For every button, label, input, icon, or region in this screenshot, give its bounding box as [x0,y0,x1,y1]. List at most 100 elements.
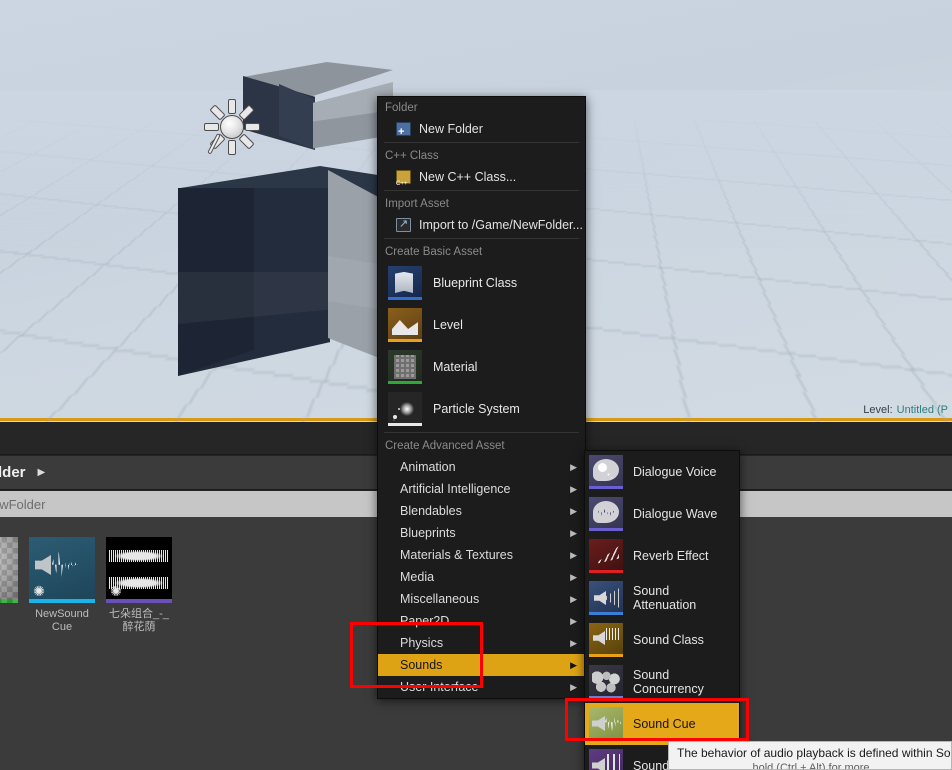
viewport-level-indicator: Level: Untitled (P [863,404,948,416]
submenu-item-blendables[interactable]: Blendables ▶ [378,500,585,522]
sounds-item-dialogue-wave[interactable]: Dialogue Wave [585,493,739,535]
submenu-item-paper2d[interactable]: Paper2D ▶ [378,610,585,632]
submenu-item-blueprints[interactable]: Blueprints ▶ [378,522,585,544]
submenu-item-media[interactable]: Media ▶ [378,566,585,588]
sound-attenuation-icon [589,581,623,615]
dialogue-voice-icon [589,455,623,489]
viewport-cube-small[interactable] [243,62,393,150]
menu-item-new-cpp-class[interactable]: New C++ Class... [378,166,585,188]
menu-item-import-asset[interactable]: Import to /Game/NewFolder... [378,214,585,236]
sounds-item-sound-concurrency[interactable]: Sound Concurrency [585,661,739,703]
chevron-right-icon[interactable]: ▶ [38,467,46,478]
asset-label: NewSound Cue [35,608,89,633]
submenu-item-user-interface[interactable]: User Interface ▶ [378,676,585,698]
waveform-icon [52,551,78,579]
speaker-icon [35,555,51,575]
viewport-cube-large[interactable] [178,166,410,376]
submenu-item-sounds[interactable]: Sounds ▶ [378,654,585,676]
chevron-right-icon: ▶ [570,593,577,604]
chevron-right-icon: ▶ [570,527,577,538]
breadcrumb-folder[interactable]: lder [0,464,26,481]
dialogue-wave-icon [589,497,623,531]
level-label-name: Untitled (P [896,404,948,416]
blueprint-class-icon [388,266,422,300]
level-icon [388,308,422,342]
asset-thumbnail: ✺ [29,537,95,603]
tooltip: The behavior of audio playback is define… [668,741,952,770]
particle-system-icon [388,392,422,426]
asset-tile-material[interactable]: rial_ [0,537,18,621]
menu-section-title: Create Basic Asset [378,241,585,262]
directional-light-gizmo-icon[interactable] [203,98,261,156]
waveform-icon [109,550,169,562]
asset-tile-sound-cue[interactable]: ✺ NewSound Cue [29,537,95,634]
menu-item-level[interactable]: Level [378,304,585,346]
menu-item-label: Materials & Textures [400,548,514,562]
menu-item-label: Reverb Effect [633,549,709,563]
menu-item-blueprint-class[interactable]: Blueprint Class [378,262,585,304]
menu-item-label: Miscellaneous [400,592,480,606]
asset-thumbnail [0,537,18,603]
menu-item-label: Import to /Game/NewFolder... [419,218,583,232]
submenu-item-physics[interactable]: Physics ▶ [378,632,585,654]
chevron-right-icon: ▶ [570,659,577,670]
light-ray [245,123,260,131]
menu-item-label: Animation [400,460,456,474]
menu-item-label: User Interface [400,680,479,694]
submenu-item-animation[interactable]: Animation ▶ [378,456,585,478]
reverb-effect-icon [589,539,623,573]
menu-item-label: New C++ Class... [419,170,517,184]
menu-item-label: Sound [633,759,670,770]
menu-item-material[interactable]: Material [378,346,585,388]
material-icon [388,350,422,384]
tooltip-line-2: hold (Ctrl + Alt) for more [752,762,870,770]
chevron-right-icon: ▶ [570,571,577,582]
menu-item-label: Sound Attenuation [633,584,697,612]
new-folder-icon [396,122,411,138]
asset-label: rial_ [0,608,18,621]
sounds-item-reverb-effect[interactable]: Reverb Effect [585,535,739,577]
light-ray [204,123,219,131]
menu-section-title: C++ Class [378,145,585,166]
sounds-submenu[interactable]: Dialogue Voice Dialogue Wave Reverb Effe… [584,450,740,770]
tooltip-line-1: The behavior of audio playback is define… [677,746,951,760]
context-menu[interactable]: Folder New Folder C++ Class New C++ Clas… [377,96,586,699]
submenu-item-miscellaneous[interactable]: Miscellaneous ▶ [378,588,585,610]
menu-item-label: Dialogue Wave [633,507,718,521]
menu-item-particle-system[interactable]: Particle System [378,388,585,430]
screen-root: Level:Untitled (P lder ▶ ewFolder rial_ [0,0,952,770]
chevron-right-icon: ▶ [570,637,577,648]
menu-item-new-folder[interactable]: New Folder [378,118,585,140]
sound-cue-icon [589,707,623,741]
submenu-item-artificial-intelligence[interactable]: Artificial Intelligence ▶ [378,478,585,500]
menu-item-label: Media [400,570,435,584]
sounds-item-sound-cue[interactable]: Sound Cue [585,703,739,745]
chevron-right-icon: ▶ [570,549,577,560]
sounds-item-dialogue-voice[interactable]: Dialogue Voice [585,451,739,493]
submenu-item-materials-textures[interactable]: Materials & Textures ▶ [378,544,585,566]
asset-thumbnail: ✺ [106,537,172,603]
light-core [220,115,244,139]
menu-item-label: Sounds [400,658,443,672]
menu-item-label: New Folder [419,122,483,136]
sound-concurrency-icon [589,665,623,699]
sound-mix-icon [589,749,623,770]
asset-type-bar [0,599,18,603]
level-label-prefix: Level: [863,404,893,416]
menu-item-label: Sound Cue [633,717,696,731]
sounds-item-sound-attenuation[interactable]: Sound Attenuation [585,577,739,619]
chevron-right-icon: ▶ [570,461,577,472]
light-ray [238,133,255,150]
chevron-right-icon: ▶ [570,615,577,626]
light-ray [228,99,236,114]
asset-tile-sound-wave[interactable]: ✺ 七朵组合_-_醉花荫 [106,537,172,634]
cpp-class-icon [396,170,411,187]
import-icon [396,217,411,232]
chevron-right-icon: ▶ [570,483,577,494]
asset-label: 七朵组合_-_醉花荫 [109,608,169,633]
menu-item-label: Dialogue Voice [633,465,717,479]
menu-divider [384,142,579,143]
menu-item-label: Blueprints [400,526,456,540]
sounds-item-sound-class[interactable]: Sound Class [585,619,739,661]
asset-type-bar [29,599,95,603]
